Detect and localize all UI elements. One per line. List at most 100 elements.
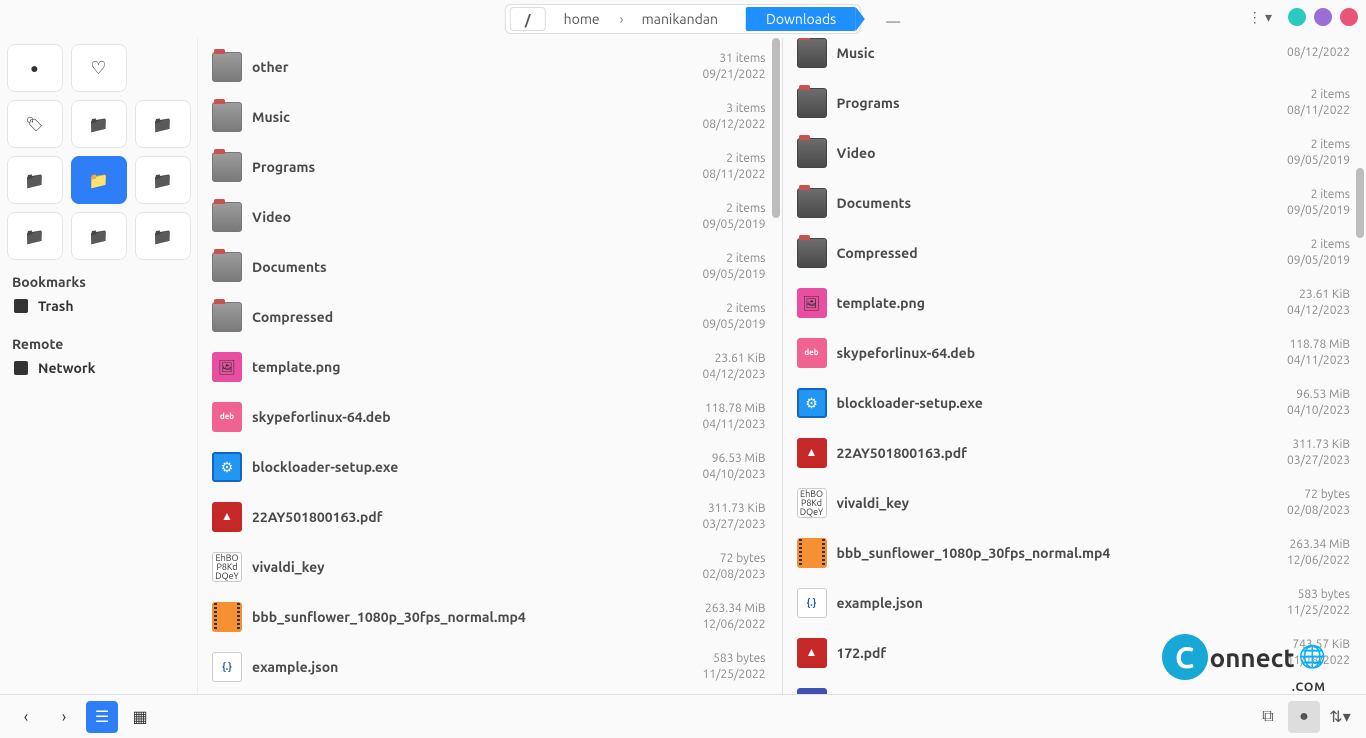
places-grid	[8, 44, 189, 260]
tab-minimize-icon[interactable]: —	[886, 13, 900, 29]
window-close-button[interactable]	[1340, 8, 1358, 26]
place-documents[interactable]	[7, 156, 63, 204]
file-row[interactable]: skypeforlinux-64.deb118.78 MiB04/11/2023	[783, 328, 1366, 378]
crumb-root[interactable]: /	[510, 7, 546, 31]
file-row[interactable]: skypeforlinux-64.deb118.78 MiB04/11/2023	[198, 392, 782, 442]
folderd-icon	[797, 238, 827, 268]
file-name: Documents	[837, 195, 1288, 211]
trash-label: Trash	[38, 298, 74, 314]
file-name: 172.pdf	[837, 645, 1288, 661]
file-name: 22AY501800163.pdf	[252, 509, 703, 525]
file-row[interactable]: 172.pdf743.57 KiB11/18/2022	[783, 628, 1366, 678]
file-row[interactable]: Video2 items09/05/2019	[783, 128, 1366, 178]
file-meta: 311.73 KiB03/27/2023	[703, 501, 766, 532]
file-meta: 96.53 MiB04/10/2023	[1287, 387, 1350, 418]
terminal-button[interactable]: ●	[1288, 701, 1320, 733]
file-row[interactable]: blockloader-setup.exe96.53 MiB04/10/2023	[198, 442, 782, 492]
place-recent[interactable]	[7, 44, 63, 92]
exe-icon	[212, 452, 242, 482]
file-row[interactable]: template.png23.61 KiB04/12/2023	[198, 342, 782, 392]
deb-icon	[797, 338, 827, 368]
file-list-right[interactable]: Music08/12/2022Programs2 items08/11/2022…	[783, 38, 1366, 694]
file-row[interactable]: Music3 items08/12/2022	[198, 92, 782, 142]
file-row[interactable]: blockloader-setup.exe96.53 MiB04/10/2023	[783, 378, 1366, 428]
view-list-button[interactable]: ☰	[86, 701, 118, 733]
window-minimize-button[interactable]	[1288, 8, 1306, 26]
img-icon	[212, 352, 242, 382]
pane-right: Music08/12/2022Programs2 items08/11/2022…	[782, 38, 1366, 694]
window-maximize-button[interactable]	[1314, 8, 1332, 26]
place-music[interactable]	[135, 156, 191, 204]
pdf-icon	[797, 638, 827, 668]
file-name: Documents	[252, 259, 703, 275]
file-meta: 743.57 KiB11/18/2022	[1287, 637, 1350, 668]
file-row[interactable]: other31 items09/21/2022	[198, 42, 782, 92]
file-row[interactable]: Music08/12/2022	[783, 38, 1366, 78]
file-meta: 2 items09/05/2019	[1287, 187, 1350, 218]
crumb-user[interactable]: manikandan	[628, 7, 732, 31]
file-row[interactable]: Documents2 items09/05/2019	[198, 242, 782, 292]
file-row[interactable]: example.json583 bytes11/25/2022	[783, 578, 1366, 628]
nav-back-button[interactable]: ‹	[10, 701, 42, 733]
top-bar: / home › manikandan › Downloads — ⋮ ▾	[0, 0, 1366, 38]
crumb-current-label: Downloads	[766, 11, 836, 27]
file-row[interactable]: meshachd_meshach.sql.gz2.72 MiB	[783, 678, 1366, 694]
view-grid-button[interactable]: ▦	[124, 701, 156, 733]
file-row[interactable]: bbb_sunflower_1080p_30fps_normal.mp4263.…	[198, 592, 782, 642]
file-row[interactable]: Programs2 items08/11/2022	[198, 142, 782, 192]
file-row[interactable]: EhBO P8Kd DQeYvivaldi_key72 bytes02/08/2…	[783, 478, 1366, 528]
sort-button[interactable]: ⇅▾	[1324, 701, 1356, 733]
folder-icon	[212, 52, 242, 82]
place-videos[interactable]	[71, 212, 127, 260]
place-home[interactable]	[71, 100, 127, 148]
file-meta: 2 items09/05/2019	[703, 201, 766, 232]
folder-icon	[212, 152, 242, 182]
img-icon	[797, 288, 827, 318]
folder-icon	[212, 302, 242, 332]
file-row[interactable]: Compressed2 items09/05/2019	[783, 228, 1366, 278]
file-row[interactable]: 22AY501800163.pdf311.73 KiB03/27/2023	[783, 428, 1366, 478]
scrollbar-right[interactable]	[1354, 38, 1366, 694]
pdf-icon	[797, 438, 827, 468]
file-name: Music	[837, 45, 1288, 61]
folder-icon	[212, 252, 242, 282]
bookmarks-heading: Bookmarks	[8, 274, 189, 290]
hamburger-menu[interactable]: ⋮ ▾	[1248, 9, 1272, 26]
file-row[interactable]: Documents2 items09/05/2019	[783, 178, 1366, 228]
place-other[interactable]	[135, 212, 191, 260]
place-tags[interactable]	[7, 100, 63, 148]
exe-icon	[797, 388, 827, 418]
place-desktop[interactable]	[135, 100, 191, 148]
file-row[interactable]: 22AY501800163.pdf311.73 KiB03/27/2023	[198, 492, 782, 542]
place-favorite[interactable]	[71, 44, 127, 92]
crumb-current[interactable]: Downloads	[746, 7, 856, 31]
trash-icon	[14, 299, 28, 313]
bottom-bar: ‹ › ☰ ▦ ⧉ ● ⇅▾	[0, 694, 1366, 738]
file-row[interactable]: example.json583 bytes11/25/2022	[198, 642, 782, 692]
file-row[interactable]: 743.57 KiB	[198, 692, 782, 694]
file-name: example.json	[837, 595, 1288, 611]
file-row[interactable]: bbb_sunflower_1080p_30fps_normal.mp4263.…	[783, 528, 1366, 578]
file-row[interactable]: template.png23.61 KiB04/12/2023	[783, 278, 1366, 328]
file-meta: 263.34 MiB12/06/2022	[703, 601, 766, 632]
file-row[interactable]: EhBO P8Kd DQeYvivaldi_key72 bytes02/08/2…	[198, 542, 782, 592]
toggle-pane-button[interactable]: ⧉	[1252, 701, 1284, 733]
gz-icon	[797, 688, 827, 694]
scrollbar-left[interactable]	[770, 38, 782, 694]
file-list-left[interactable]: other31 items09/21/2022Music3 items08/12…	[198, 38, 782, 694]
crumb-home[interactable]: home	[550, 7, 614, 31]
nav-forward-button[interactable]: ›	[48, 701, 80, 733]
file-name: example.json	[252, 659, 703, 675]
folderd-icon	[797, 188, 827, 218]
place-downloads[interactable]	[71, 156, 127, 204]
file-meta: 2 items09/05/2019	[703, 251, 766, 282]
json-icon	[797, 588, 827, 618]
file-row[interactable]: Video2 items09/05/2019	[198, 192, 782, 242]
folderd-icon	[797, 88, 827, 118]
file-row[interactable]: Programs2 items08/11/2022	[783, 78, 1366, 128]
sidebar-item-trash[interactable]: Trash	[8, 290, 189, 322]
json-icon	[212, 652, 242, 682]
sidebar-item-network[interactable]: Network	[8, 352, 189, 384]
file-row[interactable]: Compressed2 items09/05/2019	[198, 292, 782, 342]
place-pictures[interactable]	[7, 212, 63, 260]
